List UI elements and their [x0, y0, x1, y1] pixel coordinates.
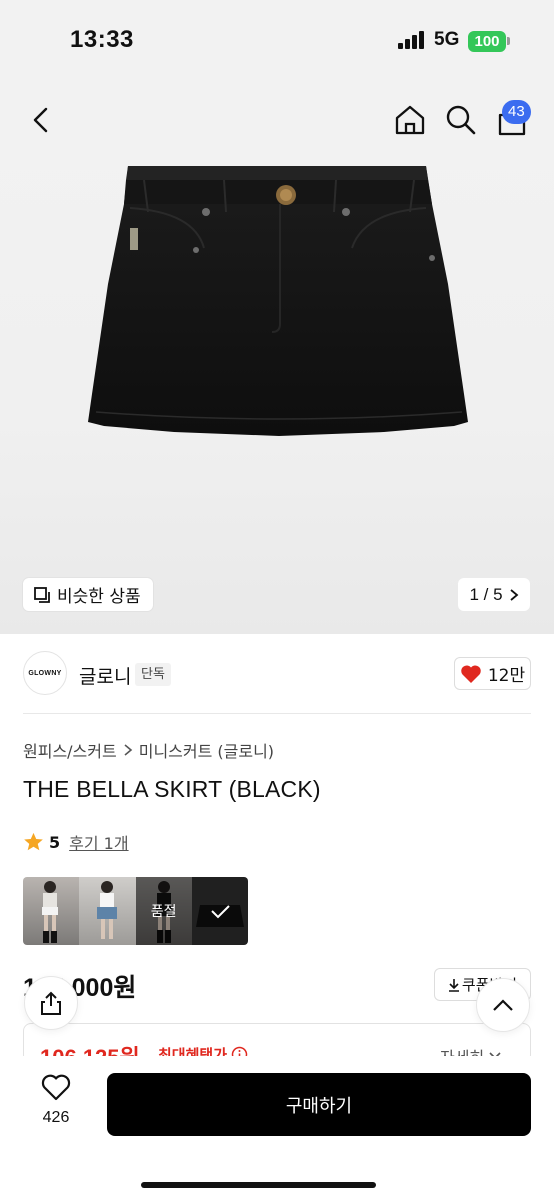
brand-like-count: 12만	[487, 666, 526, 686]
star-icon	[24, 832, 43, 851]
share-button[interactable]	[24, 976, 78, 1030]
cart-count-badge: 43	[502, 100, 531, 124]
color-swatches: 품절	[23, 877, 248, 945]
home-indicator	[141, 1182, 376, 1188]
wish-count: 426	[42, 1109, 70, 1126]
pager-label: 1 / 5	[469, 584, 503, 604]
breadcrumb-category[interactable]: 원피스/스커트	[23, 738, 117, 762]
buy-button[interactable]: 구매하기	[107, 1073, 531, 1136]
chevron-right-icon	[124, 744, 132, 756]
swatch-option-sold-out[interactable]: 품절	[135, 877, 192, 945]
search-icon[interactable]	[445, 104, 477, 136]
review-count-link[interactable]: 후기 1개	[69, 830, 128, 854]
status-bar: 13:33 5G 100	[0, 0, 554, 84]
heart-outline-icon	[41, 1074, 71, 1101]
product-image	[88, 166, 468, 436]
heart-icon	[461, 664, 481, 683]
model-thumbnail	[42, 881, 58, 943]
scroll-top-button[interactable]	[476, 978, 530, 1032]
swatch-option[interactable]	[79, 877, 136, 945]
home-icon[interactable]	[393, 103, 427, 137]
divider	[23, 713, 531, 714]
breadcrumb: 원피스/스커트 미니스커트 (글로니)	[23, 738, 274, 762]
brand-name[interactable]: 글로니	[79, 662, 131, 689]
check-icon	[195, 905, 244, 927]
download-icon	[448, 978, 459, 992]
similar-icon	[34, 586, 50, 603]
battery-icon: 100	[468, 31, 506, 52]
brand-like-button[interactable]: 12만	[454, 657, 531, 690]
exclusive-badge: 단독	[135, 663, 171, 686]
swatch-option[interactable]	[23, 877, 80, 945]
chevron-right-icon	[509, 588, 518, 601]
swatch-option-selected[interactable]	[191, 877, 248, 945]
rating-row[interactable]: 5 후기 1개	[23, 830, 129, 854]
similar-products-button[interactable]: 비슷한 상품	[23, 578, 153, 611]
back-icon[interactable]	[28, 106, 54, 134]
image-pager[interactable]: 1 / 5	[458, 578, 530, 611]
brand-logo[interactable]: GLOWNY	[23, 651, 67, 695]
status-time: 13:33	[70, 26, 134, 53]
rating-score: 5	[49, 832, 61, 852]
signal-icon	[398, 31, 428, 49]
breadcrumb-subcategory[interactable]: 미니스커트 (글로니)	[139, 738, 274, 762]
network-label: 5G	[434, 29, 460, 50]
chevron-up-icon	[493, 999, 513, 1011]
battery-tip	[507, 37, 510, 45]
model-thumbnail	[97, 881, 118, 939]
product-title: THE BELLA SKIRT (BLACK)	[23, 776, 321, 802]
similar-label: 비슷한 상품	[57, 587, 141, 607]
wishlist-button[interactable]: 426	[30, 1074, 82, 1127]
share-icon	[41, 991, 61, 1015]
sold-out-label: 품절	[135, 877, 192, 945]
